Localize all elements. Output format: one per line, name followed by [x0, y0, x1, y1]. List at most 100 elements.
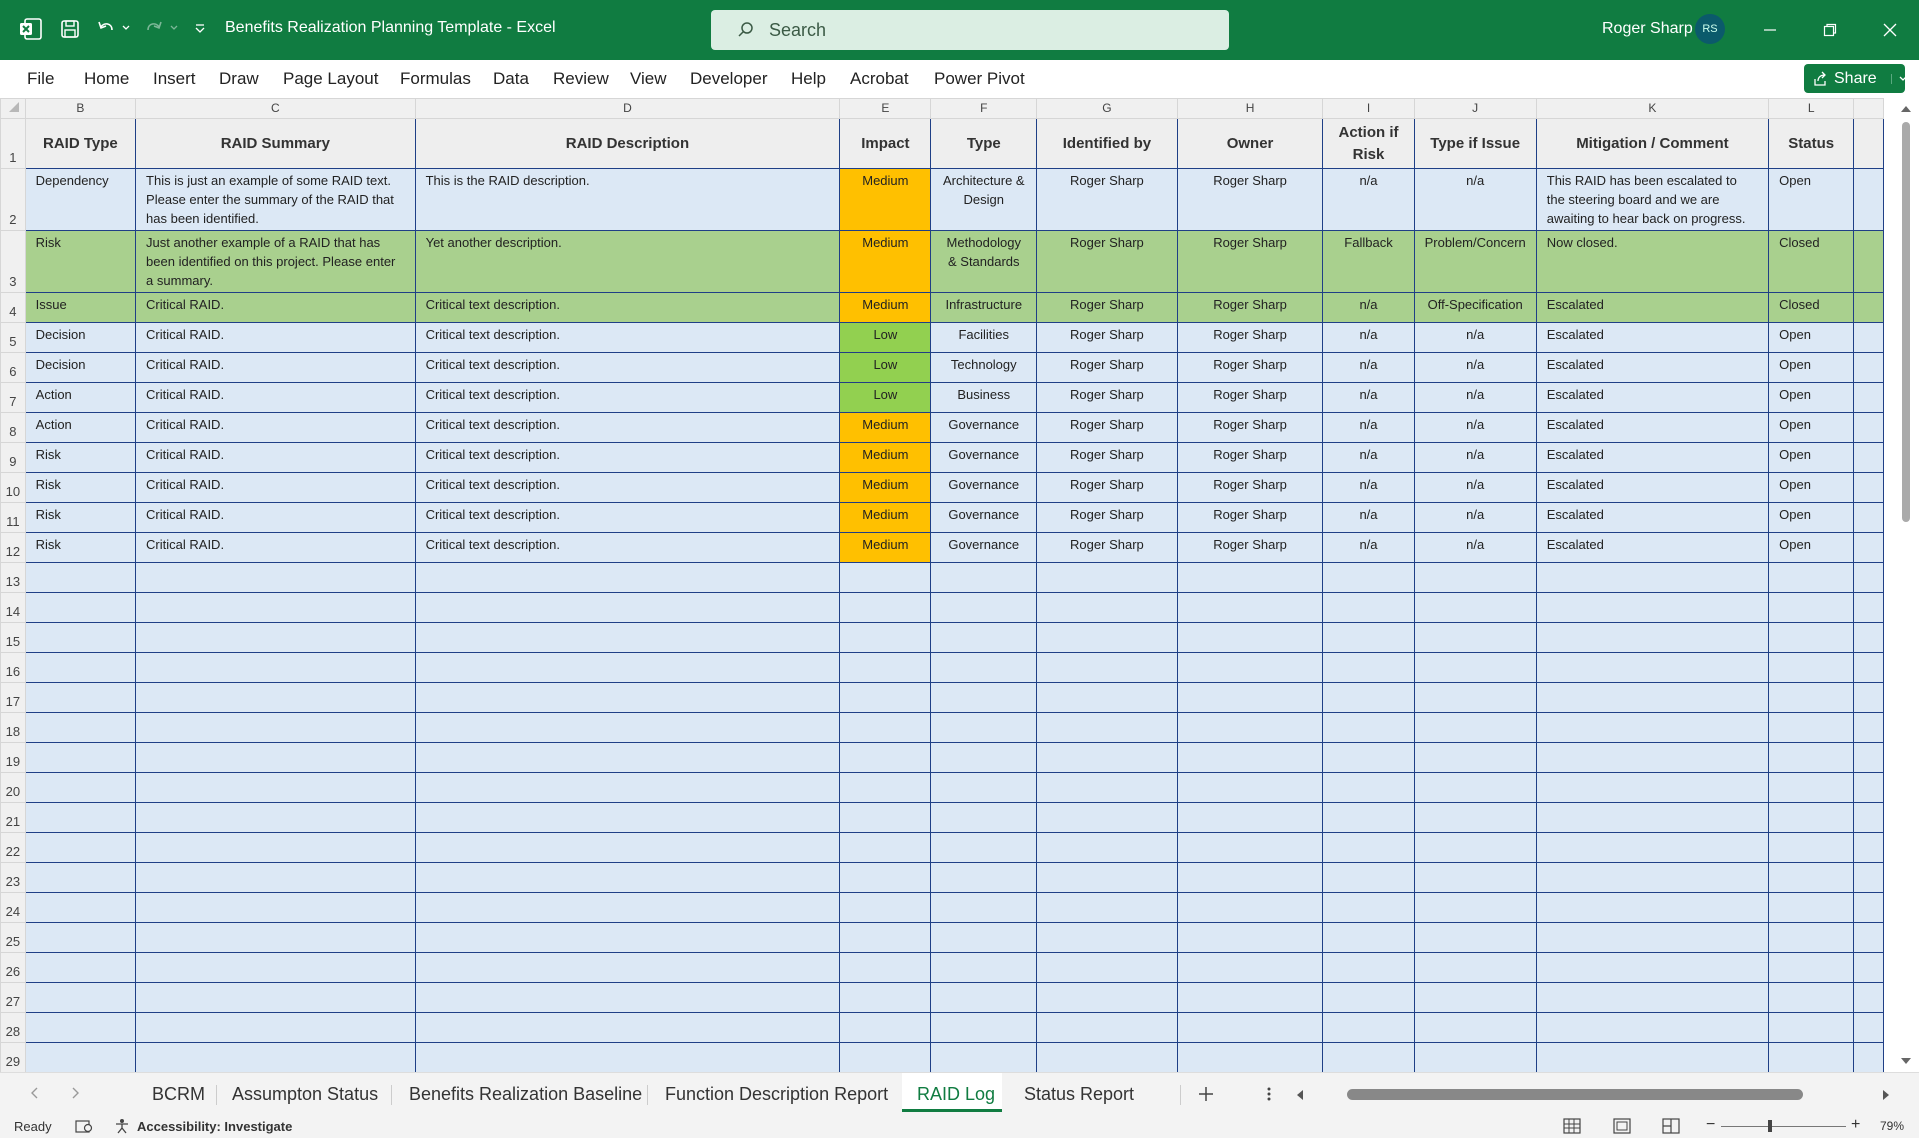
column-header[interactable]: K — [1535, 98, 1770, 119]
cell-empty[interactable] — [1768, 562, 1855, 593]
cell-mitigation-comment[interactable]: Escalated — [1535, 322, 1770, 353]
row-header[interactable]: 19 — [0, 742, 26, 773]
cell-empty[interactable] — [24, 652, 137, 683]
redo-dropdown-chevron-icon[interactable] — [168, 22, 180, 34]
header-type-if-issue[interactable]: Type if Issue — [1413, 118, 1537, 169]
cell-owner[interactable]: Roger Sharp — [1176, 292, 1324, 323]
cell-type-if-issue[interactable]: n/a — [1413, 532, 1537, 563]
customize-quick-access-icon[interactable] — [192, 22, 208, 36]
menu-data[interactable]: Data — [493, 69, 529, 89]
cell-status[interactable]: Closed — [1768, 230, 1855, 293]
cell-empty[interactable] — [24, 802, 137, 833]
cell-empty[interactable] — [135, 1012, 416, 1043]
cell-empty[interactable] — [1535, 1012, 1770, 1043]
cell-empty[interactable] — [135, 622, 416, 653]
cell-empty[interactable] — [1322, 652, 1415, 683]
add-sheet-plus-icon[interactable] — [1197, 1085, 1215, 1103]
cell-empty[interactable] — [1176, 802, 1324, 833]
column-header[interactable]: H — [1176, 98, 1324, 119]
tab-function-description-report[interactable]: Function Description Report — [665, 1084, 888, 1105]
cell-empty[interactable] — [1413, 862, 1537, 893]
menu-home[interactable]: Home — [84, 69, 129, 89]
row-header[interactable]: 28 — [0, 1012, 26, 1043]
cell-empty[interactable] — [1535, 652, 1770, 683]
cell-empty[interactable] — [1176, 922, 1324, 953]
cell-empty[interactable] — [1322, 1012, 1415, 1043]
cell-raid-type[interactable]: Dependency — [24, 168, 137, 231]
cell-type[interactable]: Facilities — [930, 322, 1038, 353]
cell-owner[interactable]: Roger Sharp — [1176, 442, 1324, 473]
cell-empty[interactable] — [1768, 772, 1855, 803]
cell-empty[interactable] — [414, 772, 841, 803]
cell-impact[interactable]: Medium — [839, 532, 932, 563]
cell-mitigation-comment[interactable]: Escalated — [1535, 382, 1770, 413]
cell-raid-type[interactable]: Decision — [24, 322, 137, 353]
cell-empty[interactable] — [1535, 592, 1770, 623]
column-header[interactable]: I — [1322, 98, 1415, 119]
cell-mitigation-comment[interactable]: Escalated — [1535, 502, 1770, 533]
cell-type[interactable]: Methodology & Standards — [930, 230, 1038, 293]
cell-empty[interactable] — [135, 772, 416, 803]
cell-empty[interactable] — [1322, 622, 1415, 653]
cell-empty[interactable] — [414, 802, 841, 833]
row-header[interactable]: 25 — [0, 922, 26, 953]
cell-status[interactable]: Open — [1768, 472, 1855, 503]
row-header[interactable]: 24 — [0, 892, 26, 923]
cell-identified-by[interactable]: Roger Sharp — [1036, 230, 1178, 293]
cell-raid-description[interactable]: Critical text description. — [414, 322, 841, 353]
header-raid-description[interactable]: RAID Description — [414, 118, 841, 169]
cell-empty[interactable] — [1036, 592, 1178, 623]
cell-mitigation-comment[interactable]: Escalated — [1535, 472, 1770, 503]
cell-impact[interactable]: Low — [839, 322, 932, 353]
cell-action-if-risk[interactable]: n/a — [1322, 292, 1415, 323]
cell-empty[interactable] — [839, 592, 932, 623]
cell-raid-summary[interactable]: Critical RAID. — [135, 382, 416, 413]
cell-type[interactable]: Governance — [930, 442, 1038, 473]
cell-empty[interactable] — [1413, 1042, 1537, 1072]
cell-empty[interactable] — [1853, 892, 1884, 923]
undo-dropdown-chevron-icon[interactable] — [120, 22, 132, 34]
tab-status-report[interactable]: Status Report — [1024, 1084, 1134, 1105]
cell-empty[interactable] — [1768, 742, 1855, 773]
header-owner[interactable]: Owner — [1176, 118, 1324, 169]
cell-empty[interactable] — [1535, 922, 1770, 953]
cell-empty[interactable] — [1413, 562, 1537, 593]
cell-empty[interactable] — [1413, 682, 1537, 713]
cell-empty[interactable] — [1853, 652, 1884, 683]
cell-empty[interactable] — [24, 1012, 137, 1043]
cell-type-if-issue[interactable]: n/a — [1413, 382, 1537, 413]
cell-empty[interactable] — [1036, 772, 1178, 803]
cell-empty[interactable] — [1853, 682, 1884, 713]
row-header[interactable]: 2 — [0, 168, 26, 231]
cell-empty[interactable] — [930, 1042, 1038, 1072]
cell-impact[interactable]: Medium — [839, 168, 932, 231]
cell-empty[interactable] — [1036, 952, 1178, 983]
menu-view[interactable]: View — [630, 69, 667, 89]
cell-empty[interactable] — [1322, 712, 1415, 743]
cell-owner[interactable]: Roger Sharp — [1176, 412, 1324, 443]
cell-empty[interactable] — [1853, 922, 1884, 953]
cell-owner[interactable]: Roger Sharp — [1176, 168, 1324, 231]
cell-empty[interactable] — [930, 1012, 1038, 1043]
cell-empty[interactable] — [1176, 952, 1324, 983]
cell-identified-by[interactable]: Roger Sharp — [1036, 292, 1178, 323]
cell-empty[interactable] — [1413, 742, 1537, 773]
cell-raid-summary[interactable]: This is just an example of some RAID tex… — [135, 168, 416, 231]
tab-scroll-right-icon[interactable] — [69, 1086, 81, 1100]
cell-raid-type[interactable]: Decision — [24, 352, 137, 383]
cell-empty[interactable] — [1853, 532, 1884, 563]
cell-raid-summary[interactable]: Critical RAID. — [135, 472, 416, 503]
cell-raid-description[interactable]: Critical text description. — [414, 412, 841, 443]
cell-empty[interactable] — [1176, 862, 1324, 893]
cell-empty[interactable] — [1853, 230, 1884, 293]
cell-empty[interactable] — [1853, 802, 1884, 833]
cell-type-if-issue[interactable]: n/a — [1413, 472, 1537, 503]
cell-raid-description[interactable]: Critical text description. — [414, 502, 841, 533]
normal-view-icon[interactable] — [1563, 1118, 1581, 1134]
save-icon[interactable] — [58, 17, 82, 41]
cell-empty[interactable] — [1853, 382, 1884, 413]
row-header[interactable]: 20 — [0, 772, 26, 803]
row-header[interactable]: 5 — [0, 322, 26, 353]
cell-empty[interactable] — [135, 1042, 416, 1072]
accessibility-status[interactable]: Accessibility: Investigate — [137, 1119, 292, 1134]
